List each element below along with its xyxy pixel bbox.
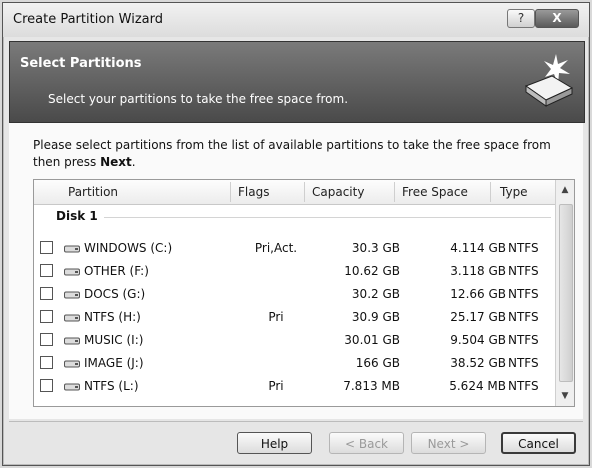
column-divider[interactable] bbox=[394, 182, 395, 202]
table-row[interactable]: NTFS (H:) Pri 30.9 GB 25.17 GB NTFS bbox=[34, 307, 555, 329]
partition-type: NTFS bbox=[508, 379, 539, 393]
group-divider bbox=[104, 217, 551, 218]
column-divider[interactable] bbox=[304, 182, 305, 202]
title-bar[interactable]: Create Partition Wizard ? X bbox=[3, 3, 589, 37]
group-label: Disk 1 bbox=[56, 209, 98, 223]
row-checkbox[interactable] bbox=[40, 241, 53, 254]
question-icon: ? bbox=[517, 11, 525, 25]
close-button[interactable]: X bbox=[535, 9, 579, 28]
partition-free-space: 4.114 GB bbox=[450, 241, 506, 255]
partition-capacity: 10.62 GB bbox=[344, 264, 400, 278]
row-checkbox[interactable] bbox=[40, 333, 53, 346]
table-row[interactable]: IMAGE (J:) 166 GB 38.52 GB NTFS bbox=[34, 353, 555, 375]
partition-capacity: 30.3 GB bbox=[351, 241, 400, 255]
table-row[interactable]: WINDOWS (C:) Pri,Act. 30.3 GB 4.114 GB NTFS bbox=[34, 238, 555, 260]
table-row[interactable]: OTHER (F:) 10.62 GB 3.118 GB NTFS bbox=[34, 261, 555, 283]
row-checkbox[interactable] bbox=[40, 379, 53, 392]
next-button[interactable]: Next > bbox=[411, 432, 486, 454]
list-header: Partition Flags Capacity Free Space Type bbox=[34, 180, 555, 205]
partition-free-space: 38.52 GB bbox=[450, 356, 506, 370]
partition-free-space: 5.624 MB bbox=[449, 379, 506, 393]
partition-flags: Pri bbox=[268, 379, 284, 393]
partition-type: NTFS bbox=[508, 287, 539, 301]
partition-name: OTHER (F:) bbox=[84, 264, 149, 278]
partition-list[interactable]: Partition Flags Capacity Free Space Type… bbox=[33, 179, 575, 407]
partition-name: NTFS (L:) bbox=[84, 379, 139, 393]
table-row[interactable]: NTFS (L:) Pri 7.813 MB 5.624 MB NTFS bbox=[34, 376, 555, 398]
page-subtitle: Select your partitions to take the free … bbox=[48, 92, 349, 106]
partition-capacity: 30.01 GB bbox=[344, 333, 400, 347]
partition-type: NTFS bbox=[508, 356, 539, 370]
vertical-scrollbar[interactable]: ▲ ▼ bbox=[555, 180, 574, 406]
partition-name: NTFS (H:) bbox=[84, 310, 141, 324]
partition-name: WINDOWS (C:) bbox=[84, 241, 173, 255]
drive-icon bbox=[64, 360, 80, 368]
column-header-flags[interactable]: Flags bbox=[238, 180, 269, 204]
back-button-label: < Back bbox=[344, 437, 388, 451]
column-header-partition[interactable]: Partition bbox=[68, 180, 118, 204]
partition-free-space: 9.504 GB bbox=[450, 333, 506, 347]
cancel-button-label: Cancel bbox=[518, 437, 559, 451]
partition-free-space: 25.17 GB bbox=[450, 310, 506, 324]
drive-icon bbox=[64, 245, 80, 253]
wizard-header: Select Partitions Select your partitions… bbox=[9, 41, 585, 123]
partition-flags: Pri bbox=[268, 310, 284, 324]
partition-capacity: 30.2 GB bbox=[351, 287, 400, 301]
row-checkbox[interactable] bbox=[40, 287, 53, 300]
row-checkbox[interactable] bbox=[40, 356, 53, 369]
instruction-emphasis: Next bbox=[100, 155, 132, 169]
chevron-down-icon[interactable]: ▼ bbox=[558, 389, 572, 403]
help-button[interactable]: Help bbox=[237, 432, 312, 454]
drive-icon bbox=[64, 337, 80, 345]
partition-free-space: 12.66 GB bbox=[450, 287, 506, 301]
table-row[interactable]: MUSIC (I:) 30.01 GB 9.504 GB NTFS bbox=[34, 330, 555, 352]
row-checkbox[interactable] bbox=[40, 264, 53, 277]
partition-name: MUSIC (I:) bbox=[84, 333, 144, 347]
content-area: Please select partitions from the list o… bbox=[9, 123, 583, 419]
help-title-button[interactable]: ? bbox=[507, 9, 535, 28]
close-icon: X bbox=[552, 11, 562, 25]
drive-icon bbox=[64, 291, 80, 299]
table-row[interactable]: DOCS (G:) 30.2 GB 12.66 GB NTFS bbox=[34, 284, 555, 306]
partition-capacity: 166 GB bbox=[355, 356, 400, 370]
row-checkbox[interactable] bbox=[40, 310, 53, 323]
partition-type: NTFS bbox=[508, 264, 539, 278]
partition-capacity: 30.9 GB bbox=[351, 310, 400, 324]
partition-free-space: 3.118 GB bbox=[450, 264, 506, 278]
partition-flags: Pri,Act. bbox=[254, 241, 298, 255]
page-title: Select Partitions bbox=[20, 56, 142, 71]
instruction-suffix: . bbox=[131, 155, 136, 169]
drive-icon bbox=[64, 383, 80, 391]
window-title: Create Partition Wizard bbox=[13, 12, 163, 27]
column-divider[interactable] bbox=[230, 182, 231, 202]
partition-type: NTFS bbox=[508, 333, 539, 347]
column-divider[interactable] bbox=[490, 182, 491, 202]
cancel-button[interactable]: Cancel bbox=[501, 432, 576, 454]
partition-name: IMAGE (J:) bbox=[84, 356, 144, 370]
back-button[interactable]: < Back bbox=[329, 432, 404, 454]
partition-capacity: 7.813 MB bbox=[343, 379, 400, 393]
partition-type: NTFS bbox=[508, 310, 539, 324]
wizard-window: Create Partition Wizard ? X Select Parti… bbox=[2, 2, 590, 466]
partition-type: NTFS bbox=[508, 241, 539, 255]
button-bar: Help < Back Next > Cancel bbox=[9, 421, 583, 460]
disk-sparkle-icon bbox=[524, 54, 574, 107]
group-header-disk: Disk 1 bbox=[34, 206, 555, 228]
help-button-label: Help bbox=[260, 437, 289, 451]
drive-icon bbox=[64, 314, 80, 322]
scroll-thumb[interactable] bbox=[559, 204, 573, 382]
next-button-label: Next > bbox=[427, 437, 470, 451]
column-header-type[interactable]: Type bbox=[500, 180, 528, 204]
partition-name: DOCS (G:) bbox=[84, 287, 146, 301]
column-header-free-space[interactable]: Free Space bbox=[402, 180, 468, 204]
drive-icon bbox=[64, 268, 80, 276]
column-header-capacity[interactable]: Capacity bbox=[312, 180, 364, 204]
instruction-text: Please select partitions from the list o… bbox=[33, 137, 568, 171]
chevron-up-icon[interactable]: ▲ bbox=[558, 183, 572, 197]
